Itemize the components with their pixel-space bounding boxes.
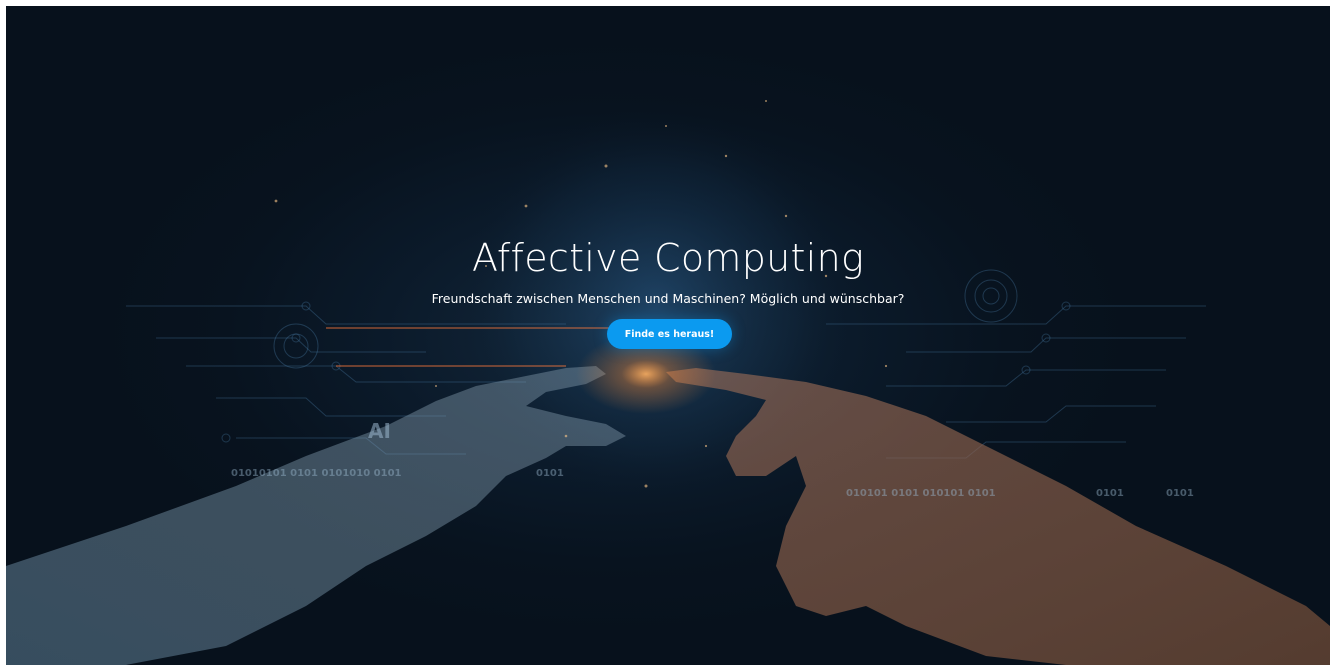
find-out-button[interactable]: Finde es heraus! [607, 319, 732, 349]
hero-title: Affective Computing [471, 236, 865, 280]
hero-content: Affective Computing Freundschaft zwische… [6, 6, 1330, 665]
hero-section: 01010101 0101 0101010 0101 0101 010101 0… [6, 6, 1330, 665]
hero-subtitle: Freundschaft zwischen Menschen und Masch… [431, 291, 905, 306]
